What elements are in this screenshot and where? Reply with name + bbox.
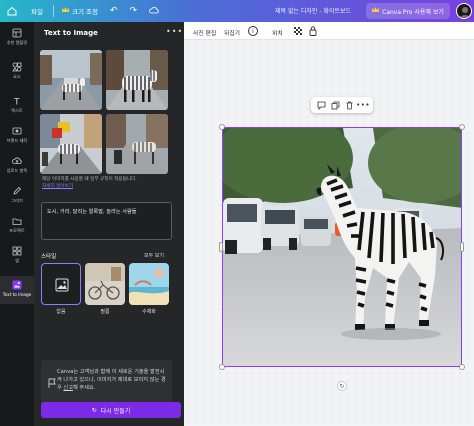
prompt-input[interactable]: 도시, 거리, 달리는 얼룩말, 놀라는 사람들: [41, 202, 172, 240]
sidebar-item-text[interactable]: T 텍스트: [0, 96, 34, 114]
style-heading: 스타일: [41, 254, 57, 260]
sidebar-item-uploads[interactable]: 업로드 항목: [0, 156, 34, 174]
edit-photo-button[interactable]: 사진 편집: [193, 28, 216, 37]
divider: [52, 5, 54, 17]
left-sidebar: 추천 템플릿 요소 T 텍스트 브랜드 제작 업로드 항목 그리기 프로젝트 앱…: [0, 22, 34, 426]
sidebar-item-label: 그리기: [11, 198, 23, 203]
sidebar-item-label: 앱: [15, 258, 19, 263]
apps-icon: [12, 246, 22, 256]
style-option-film[interactable]: [85, 263, 125, 305]
sidebar-item-label: 텍스트: [11, 108, 23, 113]
avatar[interactable]: [456, 3, 472, 19]
elements-icon: [12, 62, 22, 72]
flag-icon: [48, 378, 56, 388]
style-name-watercolor: 수채화: [142, 309, 156, 315]
top-bar: 파일 크기 조정 ↶ ↷ 제목 없는 디자인 - 화이트보드 Canva Pro…: [0, 0, 474, 22]
usage-disclaimer: 해당 이미지를 사용할 때 일부 규칙이 적용됩니다. 자세히 알아보기: [42, 176, 176, 190]
feedback-text: Canva는 고객님과 함께 이 새로운 기술을 발전시켜 나가고 있으나, 이…: [57, 368, 167, 392]
sidebar-item-elements[interactable]: 요소: [0, 62, 34, 80]
sidebar-item-label: 프로젝트: [9, 228, 25, 233]
feedback-text-part: 해 주세요.: [72, 385, 96, 391]
resize-handle-left[interactable]: [219, 242, 223, 252]
delete-icon[interactable]: [345, 101, 354, 110]
sidebar-item-label: Text to Image: [2, 292, 32, 297]
try-pro-button[interactable]: Canva Pro 사용해 보기: [366, 3, 450, 19]
generated-image-1[interactable]: [40, 50, 102, 110]
document-title[interactable]: 제목 없는 디자인 - 화이트보드: [275, 6, 351, 15]
rotate-icon[interactable]: ↻: [337, 381, 347, 391]
draw-icon: [13, 186, 22, 195]
text-icon: T: [13, 98, 20, 107]
see-all-styles-link[interactable]: 모두 보기: [144, 252, 164, 259]
more-options-icon[interactable]: •••: [166, 27, 183, 36]
disclaimer-text: 해당 이미지를 사용할 때 일부 규칙이 적용됩니다.: [42, 177, 137, 182]
info-icon[interactable]: i: [248, 26, 258, 36]
sidebar-item-projects[interactable]: 프로젝트: [0, 216, 34, 234]
refresh-icon: ↻: [91, 406, 97, 414]
regenerate-label: 다시 만들기: [100, 407, 131, 415]
crown-icon: [372, 7, 380, 15]
resize-handle-top-left[interactable]: [219, 124, 225, 130]
sidebar-item-draw[interactable]: 그리기: [0, 186, 34, 204]
style-option-none[interactable]: [41, 263, 81, 305]
lock-icon[interactable]: [309, 26, 317, 38]
sidebar-item-text-to-image[interactable]: Text to Image: [0, 276, 34, 304]
resize-label: 크기 조정: [71, 8, 98, 16]
cloud-sync-icon[interactable]: [149, 6, 159, 16]
sidebar-item-label: 브랜드 제작: [6, 138, 28, 143]
projects-icon: [12, 218, 22, 225]
upload-icon: [12, 157, 22, 164]
chevron-right-icon[interactable]: ›: [162, 291, 165, 300]
sidebar-item-brand[interactable]: 브랜드 제작: [0, 126, 34, 144]
text-to-image-panel: Text to Image ••• 해당 이미지를 사용할 때 일부 규칙이 적…: [34, 22, 184, 426]
generated-image-3[interactable]: [40, 114, 102, 174]
element-quick-actions: •••: [311, 97, 373, 113]
resize-handle-top-right[interactable]: [459, 124, 465, 130]
undo-icon[interactable]: ↶: [110, 6, 118, 16]
flip-button[interactable]: 뒤집기: [224, 28, 240, 37]
comment-icon[interactable]: [317, 101, 326, 110]
sidebar-item-apps[interactable]: 앱: [0, 246, 34, 264]
template-icon: [12, 28, 22, 38]
no-style-icon: [55, 278, 69, 292]
regenerate-button[interactable]: ↻ 다시 만들기: [41, 402, 181, 418]
try-pro-label: Canva Pro 사용해 보기: [382, 8, 444, 16]
resize-handle-right[interactable]: [460, 242, 464, 252]
transparency-icon[interactable]: [294, 27, 302, 37]
text-to-image-icon: [12, 280, 22, 290]
style-name-film: 필름: [100, 309, 110, 315]
panel-title: Text to Image: [44, 29, 98, 37]
brand-icon: [12, 127, 22, 135]
home-icon[interactable]: [5, 4, 19, 18]
duplicate-icon[interactable]: [331, 101, 340, 110]
svg-text:T: T: [13, 98, 20, 107]
crown-icon: [61, 7, 69, 15]
redo-icon[interactable]: ↷: [130, 6, 138, 16]
position-button[interactable]: 위치: [272, 28, 283, 37]
style-name-none: 없음: [56, 309, 66, 315]
generated-image-4[interactable]: [106, 114, 168, 174]
selected-zebra-image[interactable]: [222, 127, 462, 367]
report-link[interactable]: 신고: [63, 385, 73, 391]
context-toolbar: 사진 편집 뒤집기 i 위치: [184, 22, 474, 40]
file-menu[interactable]: 파일: [31, 6, 43, 16]
generated-image-2[interactable]: [106, 50, 168, 110]
resize-handle-bottom-right[interactable]: [459, 364, 465, 370]
sidebar-item-label: 요소: [13, 74, 21, 79]
sidebar-item-label: 추천 템플릿: [6, 40, 28, 45]
learn-more-link[interactable]: 자세히 알아보기: [42, 183, 176, 190]
sidebar-item-templates[interactable]: 추천 템플릿: [0, 28, 34, 46]
resize-handle-bottom-left[interactable]: [219, 364, 225, 370]
resize-button[interactable]: 크기 조정: [61, 6, 98, 16]
more-icon[interactable]: •••: [356, 101, 369, 110]
sidebar-item-label: 업로드 항목: [6, 168, 28, 173]
